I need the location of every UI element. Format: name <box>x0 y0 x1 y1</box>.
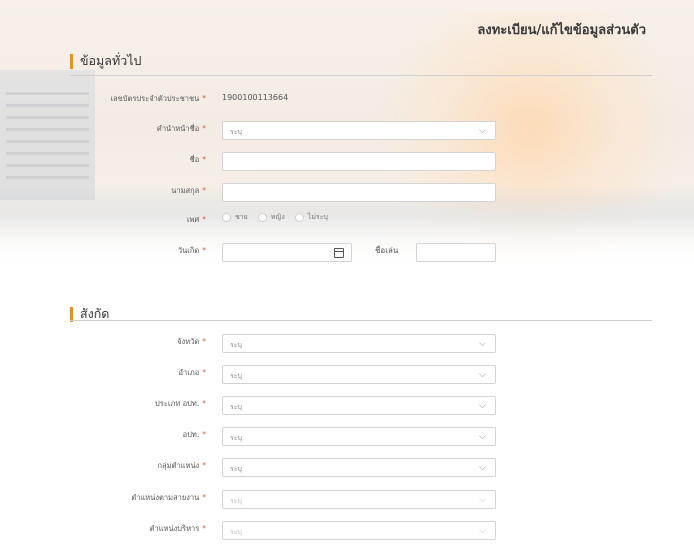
chevron-down-icon: ⌵ <box>479 495 486 505</box>
section-divider <box>70 320 652 321</box>
district-label: อำเภอ * <box>178 368 206 377</box>
position-group-select[interactable]: ระบุ ⌵ <box>222 458 496 477</box>
first-name-label: ชื่อ * <box>189 155 206 164</box>
gender-option-unspecified[interactable]: ไม่ระบุ <box>294 212 328 223</box>
lao-select[interactable]: ระบุ ⌵ <box>222 427 496 446</box>
province-select[interactable]: ระบุ ⌵ <box>222 334 496 353</box>
calendar-icon[interactable] <box>334 248 344 258</box>
chevron-down-icon: ⌵ <box>479 370 486 380</box>
building-image <box>0 70 95 200</box>
lao-label: อปท. * <box>182 430 206 439</box>
province-label: จังหวัด * <box>177 337 206 346</box>
section-header-affiliation: สังกัด <box>70 304 109 324</box>
prefix-label: คำนำหน้าชื่อ * <box>156 124 206 133</box>
hero-fade <box>0 200 694 275</box>
birthdate-input[interactable] <box>222 243 352 262</box>
birthdate-label: วันเกิด * <box>177 246 206 255</box>
line-position-label: ตำแหน่งตามสายงาน * <box>131 493 206 502</box>
lao-type-label: ประเภท อปท. * <box>155 399 206 408</box>
nickname-input[interactable] <box>416 243 496 262</box>
chevron-down-icon: ⌵ <box>479 401 486 411</box>
lao-selected: ระบุ <box>230 434 242 442</box>
section-accent-bar <box>70 53 73 69</box>
section-title-general: ข้อมูลทั่วไป <box>80 53 142 68</box>
chevron-down-icon: ⌵ <box>479 126 486 136</box>
district-selected: ระบุ <box>230 372 242 380</box>
nickname-label: ชื่อเล่น <box>375 246 399 255</box>
admin-position-select[interactable]: ระบุ ⌵ <box>222 521 496 540</box>
gender-option-label: หญิง <box>270 213 285 221</box>
last-name-input[interactable] <box>222 183 496 202</box>
position-group-selected: ระบุ <box>230 465 242 473</box>
admin-position-selected: ระบุ <box>230 528 242 536</box>
gender-option-male[interactable]: ชาย <box>222 212 248 223</box>
line-position-select[interactable]: ระบุ ⌵ <box>222 490 496 509</box>
gender-label: เพศ * <box>186 215 206 224</box>
page-title: ลงทะเบียน/แก้ไขข้อมูลส่วนตัว <box>477 23 646 38</box>
last-name-label: นามสกุล * <box>171 186 206 195</box>
radio-circle-icon <box>294 213 304 222</box>
radio-circle-icon <box>257 213 267 222</box>
first-name-input[interactable] <box>222 152 496 171</box>
radio-circle-icon <box>222 213 231 222</box>
province-selected: ระบุ <box>230 341 242 349</box>
lao-type-select[interactable]: ระบุ ⌵ <box>222 396 496 415</box>
admin-position-label: ตำแหน่งบริหาร * <box>149 524 206 533</box>
gender-option-female[interactable]: หญิง <box>257 212 285 223</box>
gender-option-label: ชาย <box>235 213 248 221</box>
citizen-id-value: 1900100113664 <box>222 93 289 102</box>
gender-radio-group: ชาย หญิง ไม่ระบุ <box>222 212 338 223</box>
section-title-affiliation: สังกัด <box>80 306 110 321</box>
prefix-selected: ระบุ <box>230 128 242 136</box>
lao-type-selected: ระบุ <box>230 403 242 411</box>
citizen-id-label: เลขบัตรประจำตัวประชาชน * <box>110 94 206 103</box>
gender-option-label: ไม่ระบุ <box>307 213 328 221</box>
line-position-selected: ระบุ <box>230 497 242 505</box>
chevron-down-icon: ⌵ <box>479 526 486 536</box>
section-divider <box>70 75 652 76</box>
chevron-down-icon: ⌵ <box>479 339 486 349</box>
chevron-down-icon: ⌵ <box>479 432 486 442</box>
district-select[interactable]: ระบุ ⌵ <box>222 365 496 384</box>
position-group-label: กลุ่มตำแหน่ง * <box>157 461 206 470</box>
prefix-select[interactable]: ระบุ ⌵ <box>222 121 496 140</box>
section-header-general: ข้อมูลทั่วไป <box>70 51 141 71</box>
chevron-down-icon: ⌵ <box>479 463 486 473</box>
